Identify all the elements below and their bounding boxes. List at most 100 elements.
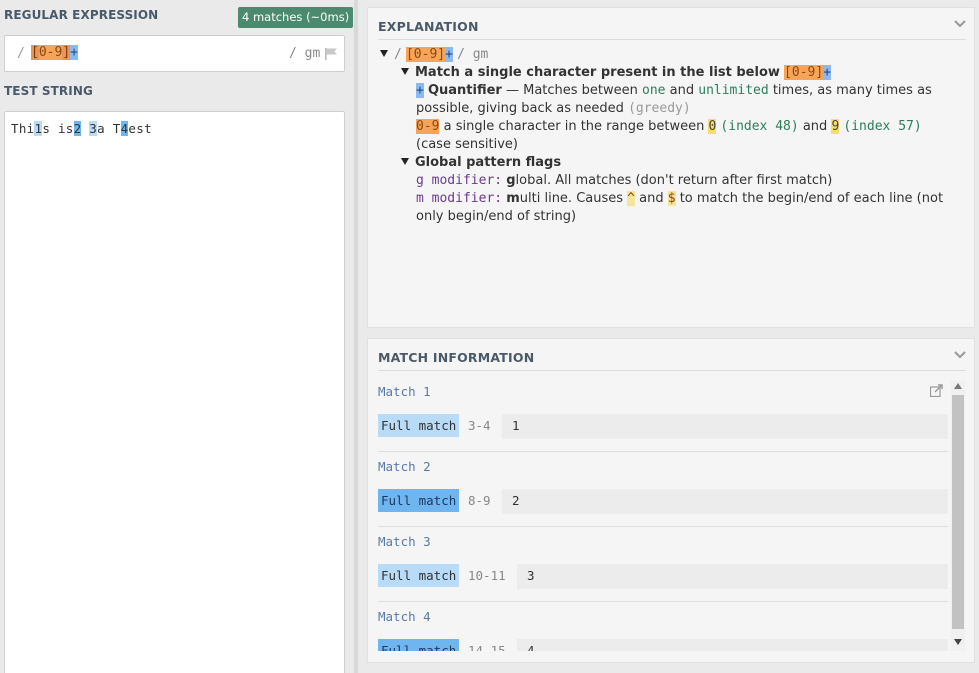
test-match-3: 3 bbox=[89, 121, 98, 136]
explanation-text: and bbox=[635, 191, 668, 206]
match-value: 3 bbox=[517, 564, 948, 589]
explanation-code: (index 57) bbox=[843, 119, 922, 134]
test-string-section-title: TEST STRING bbox=[4, 84, 93, 98]
explanation-greedy: (greedy) bbox=[628, 101, 691, 116]
regex-token-bracket-close: ] bbox=[62, 45, 71, 60]
explanation-heading: Global pattern flags bbox=[415, 155, 562, 170]
explanation-text: lobal. All matches (don't return after f… bbox=[515, 173, 833, 188]
divider bbox=[378, 370, 966, 371]
chevron-down-icon[interactable] bbox=[954, 350, 966, 360]
explanation-root: / [0-9]+ / gm bbox=[380, 46, 960, 64]
match-range: 10-11 bbox=[468, 568, 506, 583]
regex-delimiter-open: / bbox=[17, 46, 25, 61]
explanation-text: m bbox=[506, 191, 520, 206]
match-row[interactable]: Full match 10-11 3 bbox=[378, 564, 948, 589]
explanation-flags-heading: Global pattern flags bbox=[380, 154, 960, 172]
explanation-modifier: m modifier: bbox=[416, 191, 503, 206]
match-group: Match 2 Full match 8-9 2 bbox=[378, 452, 948, 527]
explanation-panel: EXPLANATION / [0-9]+ / gm Match a single… bbox=[367, 7, 975, 328]
explanation-text: and bbox=[665, 83, 699, 98]
match-range: 8-9 bbox=[468, 493, 491, 508]
explanation-token-set: 0-9 bbox=[416, 119, 440, 134]
match-list: Match 1 Full match 3-4 1 Match 2 Full ma… bbox=[378, 377, 948, 651]
full-match-tag: Full match bbox=[378, 489, 460, 512]
match-group: Match 1 Full match 3-4 1 bbox=[378, 377, 948, 452]
regex-input[interactable]: / [0-9]+ / gm bbox=[4, 35, 345, 72]
explanation-token-quant: + bbox=[823, 65, 832, 80]
match-label: Match 2 bbox=[378, 459, 431, 474]
explanation-range: 0-9 a single character in the range betw… bbox=[380, 118, 960, 154]
test-string-input[interactable]: Thi1s is2 3a T4est bbox=[4, 111, 345, 673]
explanation-heading: Match a single character present in the … bbox=[415, 65, 780, 80]
test-segment: est bbox=[128, 121, 152, 136]
regex-token-quantifier: + bbox=[70, 45, 78, 60]
test-segment: Thi bbox=[11, 121, 35, 136]
full-match-tag: Full match bbox=[378, 414, 460, 437]
explanation-token-quant: + bbox=[445, 47, 453, 62]
match-value: 1 bbox=[502, 414, 948, 439]
match-group: Match 4 Full match 14-15 4 bbox=[378, 602, 948, 651]
explanation-code: one bbox=[642, 83, 666, 98]
explanation-text: g bbox=[506, 173, 516, 188]
explanation-match-single: Match a single character present in the … bbox=[380, 64, 960, 82]
left-pane: REGULAR EXPRESSION 4 matches (~0ms) / [0… bbox=[0, 0, 354, 673]
match-count-badge: 4 matches (~0ms) bbox=[238, 7, 354, 28]
explanation-g-modifier: g modifier: global. All matches (don't r… bbox=[380, 172, 960, 190]
explanation-text: (case sensitive) bbox=[416, 137, 518, 152]
test-string-text[interactable]: Thi1s is2 3a T4est bbox=[11, 121, 152, 136]
collapse-triangle-icon[interactable] bbox=[380, 50, 388, 57]
explanation-char: 9 bbox=[831, 119, 840, 134]
regex-flags[interactable]: / gm bbox=[289, 46, 320, 61]
explanation-text: — Matches between bbox=[501, 83, 643, 98]
explanation-m-modifier: m modifier: multi line. Causes ^ and $ t… bbox=[380, 190, 960, 226]
explanation-body: / [0-9]+ / gm Match a single character p… bbox=[380, 46, 960, 226]
explanation-code: (index 48) bbox=[720, 119, 799, 134]
explanation-modifier: g modifier: bbox=[416, 173, 503, 188]
match-label: Match 4 bbox=[378, 609, 431, 624]
match-group: Match 3 Full match 10-11 3 bbox=[378, 527, 948, 602]
full-match-tag: Full match bbox=[378, 639, 460, 651]
collapse-triangle-icon[interactable] bbox=[401, 68, 409, 75]
pane-splitter[interactable] bbox=[354, 0, 358, 673]
explanation-text: and bbox=[798, 119, 832, 134]
full-match-tag: Full match bbox=[378, 564, 460, 587]
explanation-code: unlimited bbox=[698, 83, 769, 98]
regex-token-range: 0-9 bbox=[38, 45, 63, 60]
flag-icon[interactable] bbox=[325, 48, 338, 60]
quantifier-label: Quantifier bbox=[427, 83, 502, 98]
match-range: 3-4 bbox=[468, 418, 491, 433]
explanation-delim: / bbox=[394, 47, 402, 62]
regex-token-bracket-open: [ bbox=[31, 45, 39, 60]
explanation-token-quant: + bbox=[416, 83, 424, 98]
match-label: Match 3 bbox=[378, 534, 431, 549]
explanation-token-set: [0-9] bbox=[784, 65, 824, 80]
explanation-char: 0 bbox=[708, 119, 717, 134]
match-information-title: MATCH INFORMATION bbox=[378, 350, 535, 365]
explanation-text: ulti line. Causes bbox=[519, 191, 628, 206]
chevron-down-icon[interactable] bbox=[954, 19, 966, 29]
explanation-char: ^ bbox=[627, 191, 635, 206]
regex-expression[interactable]: [0-9]+ bbox=[31, 45, 78, 60]
match-value: 4 bbox=[517, 639, 948, 651]
match-row[interactable]: Full match 14-15 4 bbox=[378, 639, 948, 651]
match-range: 14-15 bbox=[468, 643, 506, 651]
explanation-token-set: [0-9] bbox=[405, 47, 446, 62]
explanation-flags: / gm bbox=[457, 47, 489, 62]
test-segment: s is bbox=[42, 121, 74, 136]
match-row[interactable]: Full match 3-4 1 bbox=[378, 414, 948, 439]
share-icon[interactable] bbox=[930, 384, 943, 397]
scrollbar-thumb[interactable] bbox=[952, 395, 964, 629]
explanation-title: EXPLANATION bbox=[378, 19, 479, 34]
test-segment: a T bbox=[97, 121, 121, 136]
match-value: 2 bbox=[502, 489, 948, 514]
explanation-char: $ bbox=[667, 191, 676, 206]
explanation-text: a single character in the range between bbox=[439, 119, 709, 134]
scroll-down-arrow-icon[interactable] bbox=[954, 639, 962, 645]
match-row[interactable]: Full match 8-9 2 bbox=[378, 489, 948, 514]
collapse-triangle-icon[interactable] bbox=[401, 158, 409, 165]
explanation-quantifier: + Quantifier — Matches between one and u… bbox=[380, 82, 960, 118]
match-information-panel: MATCH INFORMATION Match 1 Full match 3-4… bbox=[367, 338, 975, 663]
match-label: Match 1 bbox=[378, 384, 431, 399]
regex-section-title: REGULAR EXPRESSION bbox=[4, 8, 159, 22]
scroll-up-arrow-icon[interactable] bbox=[954, 383, 962, 389]
